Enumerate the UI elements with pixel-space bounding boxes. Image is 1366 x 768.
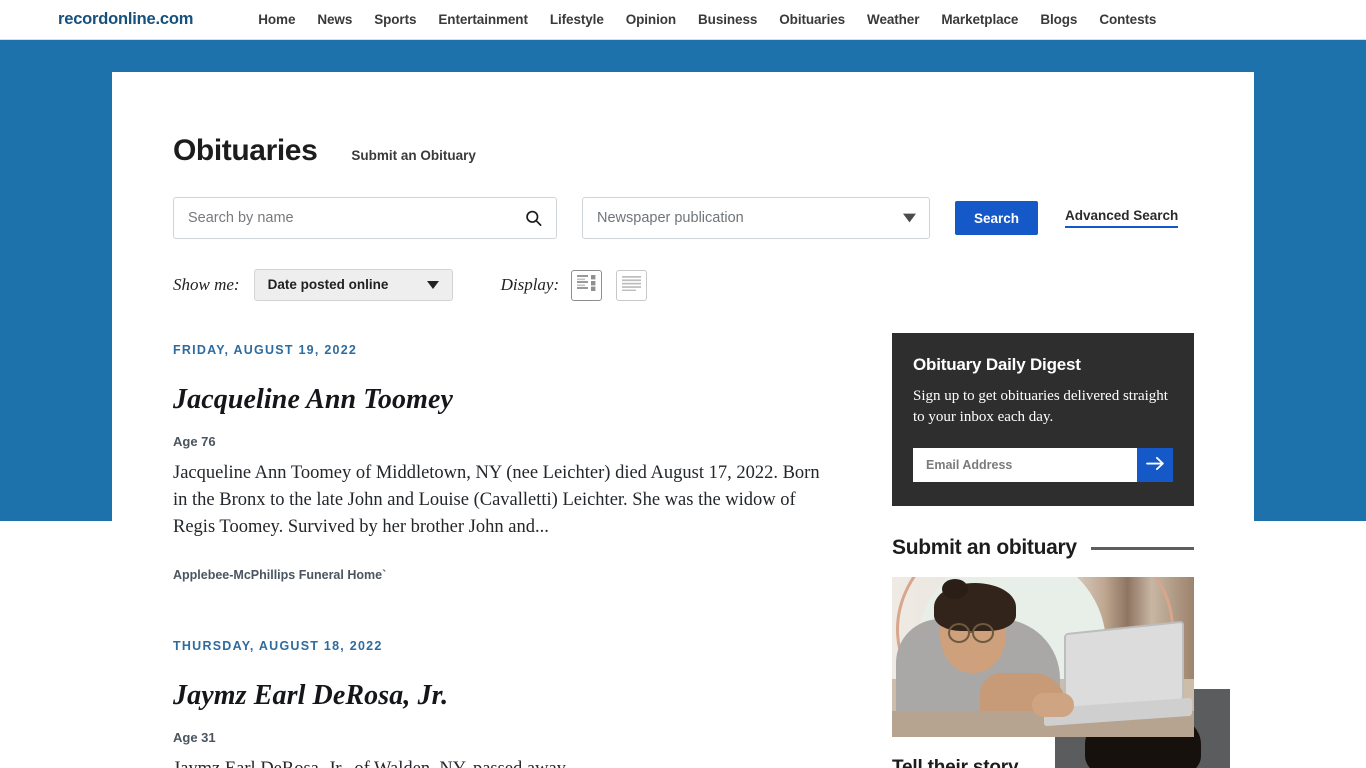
nav-item-blogs[interactable]: Blogs bbox=[1029, 12, 1088, 27]
nav-item-sports[interactable]: Sports bbox=[363, 12, 427, 27]
site-logo[interactable]: recordonline.com bbox=[58, 10, 193, 29]
heading-rule bbox=[1090, 546, 1194, 550]
chevron-down-icon[interactable] bbox=[426, 281, 439, 289]
promo-glasses-left bbox=[948, 623, 970, 643]
obituary-excerpt: Jacqueline Ann Toomey of Middletown, NY … bbox=[173, 463, 820, 537]
list-with-thumbnails-icon bbox=[577, 274, 596, 296]
filter-row: Show me: Date posted online Display: bbox=[173, 269, 1194, 301]
advanced-search-link[interactable]: Advanced Search bbox=[1065, 208, 1179, 228]
compact-list-icon bbox=[622, 275, 642, 296]
page-header-row: Obituaries Submit an Obituary bbox=[173, 72, 1194, 168]
nav-item-weather[interactable]: Weather bbox=[856, 12, 930, 27]
chevron-down-icon[interactable] bbox=[903, 213, 916, 223]
email-input[interactable] bbox=[913, 448, 1137, 482]
display-grid-button[interactable] bbox=[571, 269, 603, 301]
nav-item-lifestyle[interactable]: Lifestyle bbox=[539, 12, 615, 27]
promo-caption[interactable]: Tell their story bbox=[892, 757, 1194, 768]
search-input[interactable] bbox=[174, 198, 556, 238]
promo-person-bun bbox=[942, 579, 968, 599]
submit-obituary-image[interactable] bbox=[892, 577, 1194, 737]
promo-person-hand bbox=[1032, 693, 1074, 717]
digest-title: Obituary Daily Digest bbox=[913, 355, 1081, 374]
display-label: Display: bbox=[500, 275, 560, 294]
obituary-excerpt: Jaymz Earl DeRosa, Jr., of Walden, NY, p… bbox=[173, 756, 643, 768]
search-name-field[interactable] bbox=[173, 197, 557, 239]
digest-signup-form bbox=[913, 448, 1173, 482]
nav-item-home[interactable]: Home bbox=[247, 12, 306, 27]
digest-submit-button[interactable] bbox=[1137, 448, 1173, 482]
nav-item-news[interactable]: News bbox=[306, 12, 363, 27]
digest-description: Sign up to get obituaries delivered stra… bbox=[913, 388, 1168, 425]
site-header: recordonline.com Home News Sports Entert… bbox=[0, 0, 1366, 40]
arrow-right-icon bbox=[1145, 456, 1165, 474]
nav-item-entertainment[interactable]: Entertainment bbox=[427, 12, 538, 27]
promo-glasses-bridge bbox=[970, 631, 974, 633]
search-button[interactable]: Search bbox=[955, 201, 1038, 235]
submit-obituary-heading: Submit an obituary bbox=[892, 536, 1077, 559]
publication-select-value: Newspaper publication bbox=[597, 210, 744, 226]
page-root: recordonline.com Home News Sports Entert… bbox=[0, 0, 1366, 768]
submit-obituary-heading-row: Submit an obituary bbox=[892, 536, 1194, 560]
search-row: Newspaper publication Search Advanced Se… bbox=[173, 197, 1194, 239]
nav-item-contests[interactable]: Contests bbox=[1088, 12, 1167, 27]
nav-item-business[interactable]: Business bbox=[687, 12, 768, 27]
publication-select[interactable]: Newspaper publication bbox=[582, 197, 930, 239]
show-me-label: Show me: bbox=[173, 275, 240, 294]
display-list-button[interactable] bbox=[616, 269, 648, 301]
nav-item-opinion[interactable]: Opinion bbox=[615, 12, 687, 27]
right-rail: Obituary Daily Digest Sign up to get obi… bbox=[892, 333, 1194, 768]
nav-item-obituaries[interactable]: Obituaries bbox=[768, 12, 856, 27]
sort-select[interactable]: Date posted online bbox=[253, 269, 453, 301]
nav-item-marketplace[interactable]: Marketplace bbox=[930, 12, 1029, 27]
search-icon[interactable] bbox=[524, 209, 543, 228]
obituary-daily-digest-card: Obituary Daily Digest Sign up to get obi… bbox=[892, 333, 1194, 506]
sort-select-value: Date posted online bbox=[267, 277, 389, 292]
page-title: Obituaries bbox=[173, 134, 318, 167]
submit-obituary-link[interactable]: Submit an Obituary bbox=[351, 148, 476, 163]
main-navigation: Home News Sports Entertainment Lifestyle… bbox=[247, 12, 1167, 27]
promo-glasses-right bbox=[972, 623, 994, 643]
